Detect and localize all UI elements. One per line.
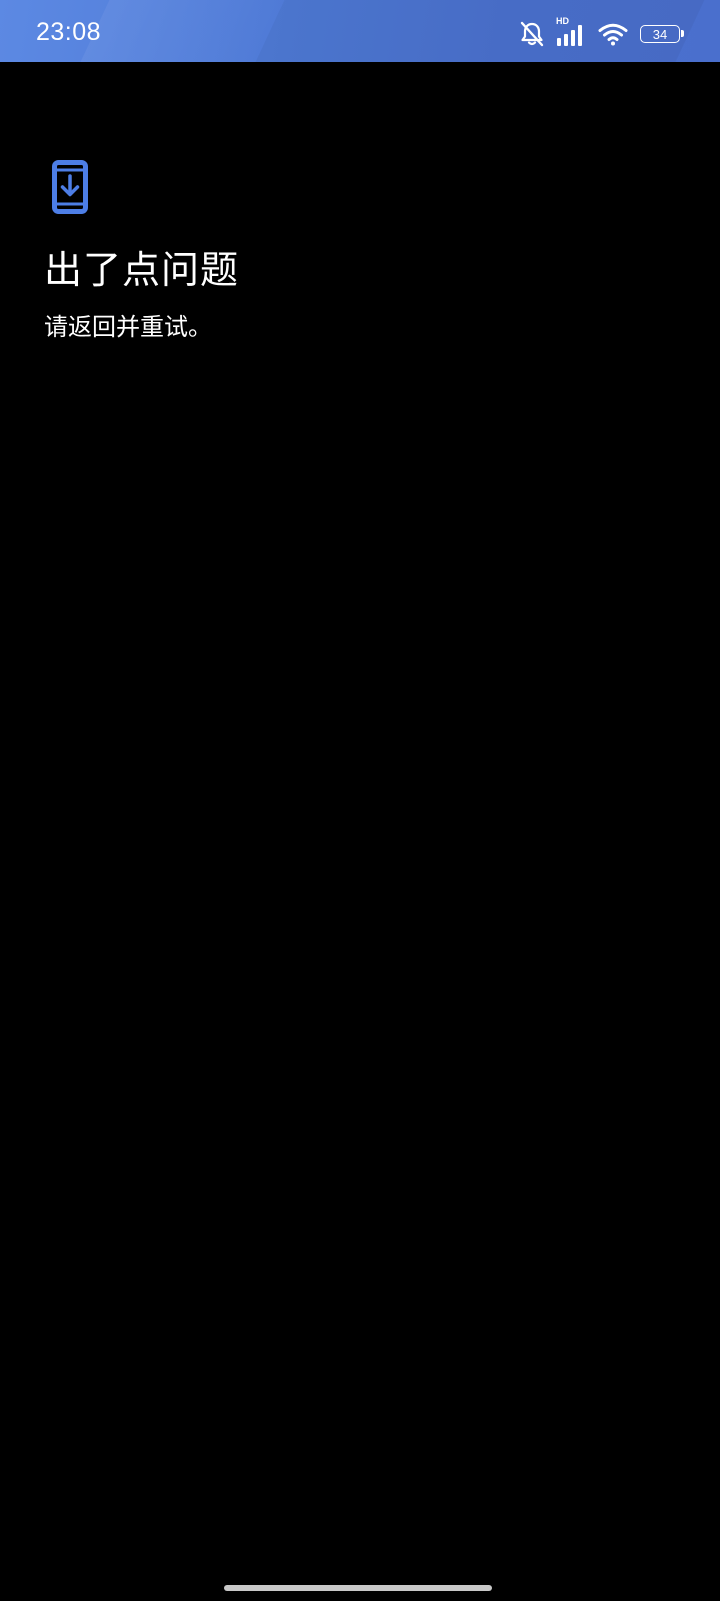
phone-download-icon bbox=[52, 160, 88, 218]
signal-icon: HD bbox=[556, 16, 588, 48]
home-indicator[interactable] bbox=[224, 1585, 492, 1591]
app-screen: 23:08 HD 34 出了点问题 请返回并重试。 bbox=[0, 0, 720, 1601]
error-title: 出了点问题 bbox=[44, 248, 240, 292]
status-bar-decoration bbox=[80, 0, 290, 62]
status-time: 23:08 bbox=[36, 18, 102, 46]
error-message: 请返回并重试。 bbox=[44, 313, 212, 341]
battery-level: 34 bbox=[640, 25, 684, 43]
wifi-icon bbox=[598, 22, 628, 46]
status-bar: 23:08 HD 34 bbox=[0, 0, 720, 62]
status-icons: HD 34 bbox=[518, 16, 684, 48]
battery-icon: 34 bbox=[640, 25, 684, 43]
mute-bell-icon bbox=[518, 21, 546, 47]
